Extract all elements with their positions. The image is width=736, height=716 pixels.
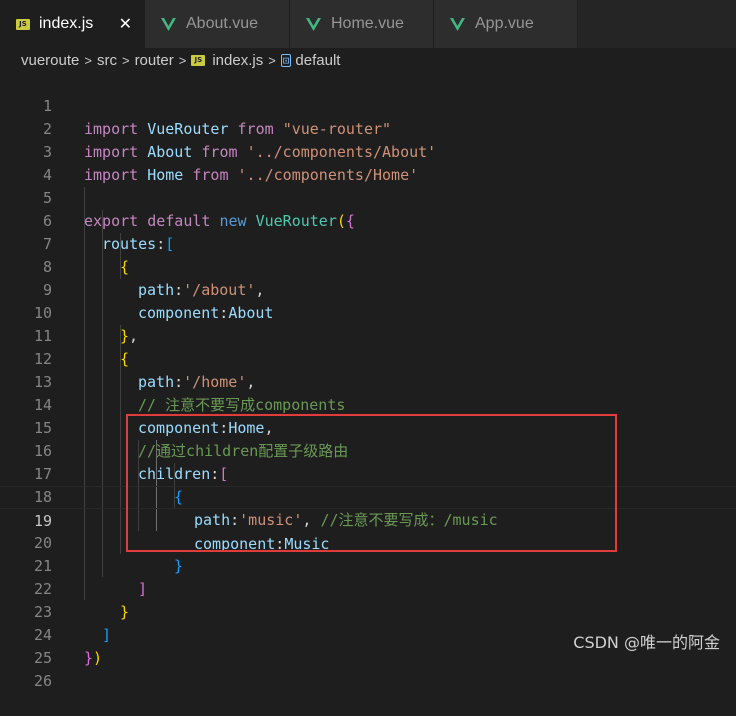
code-line: 23 ] bbox=[0, 578, 736, 644]
breadcrumb: vueroute > src > router > JS index.js > … bbox=[0, 48, 736, 72]
vue-file-icon bbox=[450, 17, 465, 31]
breadcrumb-item-src[interactable]: src bbox=[97, 52, 117, 69]
tab-index-js[interactable]: JS index.js ✕ bbox=[0, 0, 145, 48]
code-editor[interactable]: 1 import VueRouter from "vue-router" 2 i… bbox=[0, 72, 736, 690]
tab-about-vue[interactable]: About.vue bbox=[145, 0, 290, 48]
tab-label: About.vue bbox=[186, 15, 259, 32]
code-line: 3 import Home from '../components/Home' bbox=[0, 118, 736, 184]
vue-file-icon bbox=[161, 17, 176, 31]
tab-home-vue[interactable]: Home.vue bbox=[290, 0, 434, 48]
code-line: 9 component:About bbox=[0, 256, 736, 322]
breadcrumb-item-vueroute[interactable]: vueroute bbox=[21, 52, 79, 69]
js-file-icon: JS bbox=[191, 54, 206, 66]
breadcrumb-item-default[interactable]: default bbox=[295, 52, 340, 69]
code-line: 8 path:'/about', bbox=[0, 233, 736, 299]
code-line: 12 path:'/home', bbox=[0, 325, 736, 391]
code-line: 22 } bbox=[0, 555, 736, 621]
chevron-right-icon: > bbox=[268, 52, 276, 68]
code-line: 5 export default new VueRouter({ bbox=[0, 164, 736, 230]
symbol-icon: ⊡ bbox=[280, 53, 292, 67]
tab-label: Home.vue bbox=[331, 15, 404, 32]
editor-tab-bar: JS index.js ✕ About.vue Home.vue App.vue bbox=[0, 0, 736, 48]
close-icon[interactable]: ✕ bbox=[119, 14, 132, 34]
code-line: 14 component:Home, bbox=[0, 371, 736, 437]
code-line: 10 }, bbox=[0, 279, 736, 345]
code-line: 1 import VueRouter from "vue-router" bbox=[0, 72, 736, 138]
code-line: 7 { bbox=[0, 210, 736, 276]
chevron-right-icon: > bbox=[121, 52, 130, 68]
code-line: 24 }) bbox=[0, 601, 736, 667]
watermark: CSDN @唯一的阿金 bbox=[573, 633, 720, 652]
code-line: 6 routes:[ bbox=[0, 187, 736, 253]
annotation-box bbox=[126, 414, 617, 552]
tab-label: index.js bbox=[39, 15, 94, 32]
code-line: 13 // 注意不要写成components bbox=[0, 348, 736, 414]
code-line: 4 bbox=[0, 141, 736, 184]
breadcrumb-item-router[interactable]: router bbox=[135, 52, 174, 69]
vue-file-icon bbox=[306, 17, 321, 31]
breadcrumb-item-index-js[interactable]: index.js bbox=[212, 52, 263, 69]
chevron-right-icon: > bbox=[178, 52, 187, 68]
chevron-right-icon: > bbox=[84, 52, 92, 68]
tab-app-vue[interactable]: App.vue bbox=[434, 0, 578, 48]
code-line: 2 import About from '../components/About… bbox=[0, 95, 736, 161]
code-line: 11 { bbox=[0, 302, 736, 368]
tab-label: App.vue bbox=[475, 15, 534, 32]
line-number: 26 bbox=[33, 672, 52, 690]
js-file-icon: JS bbox=[16, 18, 30, 30]
